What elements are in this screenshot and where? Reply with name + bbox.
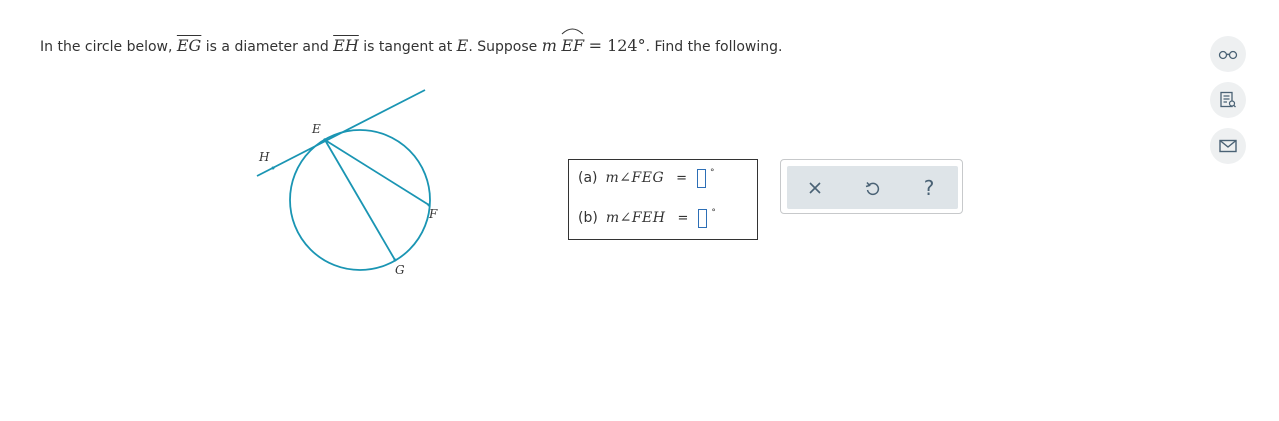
problem-text-3: is tangent at (358, 39, 457, 55)
point-e-dot (323, 138, 327, 142)
arc-ef: EF (561, 28, 585, 55)
notes-icon (1220, 91, 1236, 108)
answer-row-a: (a) m∠FEG = ° (578, 166, 715, 190)
answer-expr-a: m∠FEG (605, 170, 665, 186)
equals-sign-b: = (677, 210, 689, 226)
arc-ef-label: EF (561, 36, 585, 55)
tangent-line-eh (256, 89, 426, 177)
undo-button[interactable] (852, 166, 892, 209)
answer-box: (a) m∠FEG = ° (b) m∠FEH = ° (568, 159, 758, 240)
answer-input-a[interactable] (697, 168, 707, 188)
label-f: F (428, 207, 438, 221)
tool-panel: ? (780, 159, 963, 214)
arc-mark-icon (561, 28, 584, 35)
problem-text-2: is a diameter and (201, 39, 334, 55)
label-h: H (258, 150, 270, 164)
sidebar-mail-button[interactable] (1210, 128, 1246, 164)
degree-unit-a: ° (710, 168, 715, 178)
problem-text-4: . Suppose (468, 39, 542, 55)
point-e: E (456, 36, 469, 55)
tool-bar: ? (787, 166, 958, 209)
segment-eg: EG (176, 36, 202, 55)
point-h-dot (271, 166, 275, 170)
sidebar-glasses-button[interactable] (1210, 36, 1246, 72)
point-g-dot (393, 258, 397, 262)
clear-button[interactable] (795, 166, 835, 209)
mail-icon (1219, 139, 1237, 153)
measure-m: m (541, 36, 557, 55)
degree-unit-b: ° (711, 208, 716, 218)
help-button[interactable]: ? (909, 166, 949, 209)
clear-icon (809, 181, 821, 194)
segment-eh: EH (333, 36, 359, 55)
problem-text-5: . Find the following. (645, 39, 783, 55)
diameter-eg (324, 139, 396, 261)
sidebar-notes-button[interactable] (1210, 82, 1246, 118)
problem-text-1: In the circle below, (40, 39, 177, 55)
undo-icon (865, 181, 880, 195)
answer-label-b: (b) (578, 210, 598, 226)
arc-measure-value: = 124° (588, 36, 646, 55)
answer-expr-b: m∠FEH (605, 210, 666, 226)
glasses-icon (1218, 50, 1238, 60)
label-e: E (311, 122, 321, 136)
chord-ef (324, 139, 430, 206)
label-g: G (395, 263, 405, 277)
equals-sign-a: = (676, 170, 688, 186)
answer-label-a: (a) (578, 170, 598, 186)
problem-statement: In the circle below, EG is a diameter an… (40, 28, 783, 55)
circle-diagram: E H F G (256, 89, 438, 277)
answer-row-b: (b) m∠FEH = ° (578, 206, 716, 230)
answer-input-b[interactable] (698, 208, 708, 228)
